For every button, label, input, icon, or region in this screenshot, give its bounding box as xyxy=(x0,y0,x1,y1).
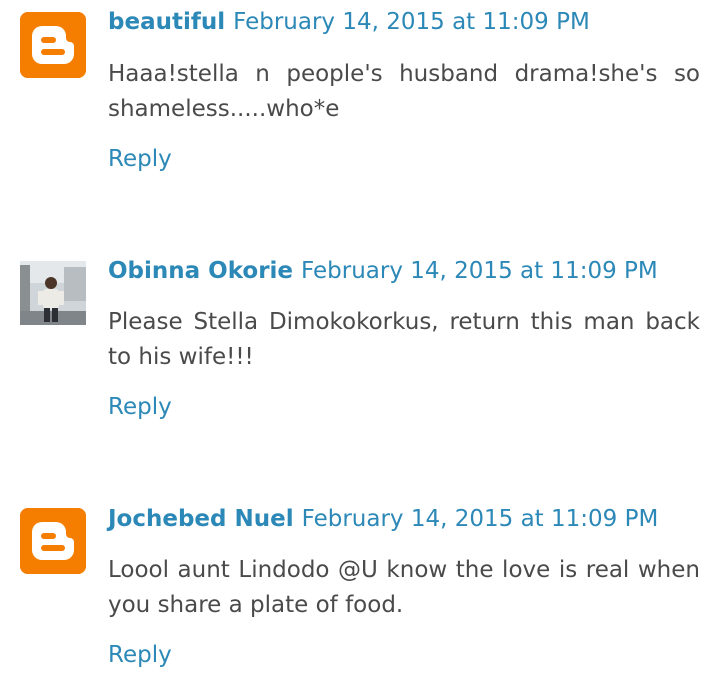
reply-button[interactable]: Reply xyxy=(108,641,172,669)
comment-author-link[interactable]: beautiful xyxy=(108,9,225,35)
comment-timestamp-link[interactable]: February 14, 2015 at 11:09 PM xyxy=(233,9,590,35)
comment-timestamp-link[interactable]: February 14, 2015 at 11:09 PM xyxy=(301,258,658,284)
reply-button[interactable]: Reply xyxy=(108,393,172,421)
comment-body: Please Stella Dimokokorkus, return this … xyxy=(108,309,700,370)
comment-body: Loool aunt Lindodo @U know the love is r… xyxy=(108,557,700,618)
comment-author-link[interactable]: Obinna Okorie xyxy=(108,258,293,284)
avatar[interactable] xyxy=(20,261,86,325)
comment-body: Haaa!stella n people's husband drama!she… xyxy=(108,61,700,122)
comment-header: beautiful February 14, 2015 at 11:09 PM xyxy=(108,8,590,36)
reply-button[interactable]: Reply xyxy=(108,145,172,173)
comment-header: Obinna Okorie February 14, 2015 at 11:09 … xyxy=(108,257,658,285)
blogger-logo-icon[interactable] xyxy=(20,508,86,574)
blogger-logo-icon[interactable] xyxy=(20,12,86,78)
comment-header: Jochebed Nuel February 14, 2015 at 11:09 … xyxy=(108,505,658,533)
comment-timestamp-link[interactable]: February 14, 2015 at 11:09 PM xyxy=(302,506,659,532)
comment-author-link[interactable]: Jochebed Nuel xyxy=(108,506,294,532)
